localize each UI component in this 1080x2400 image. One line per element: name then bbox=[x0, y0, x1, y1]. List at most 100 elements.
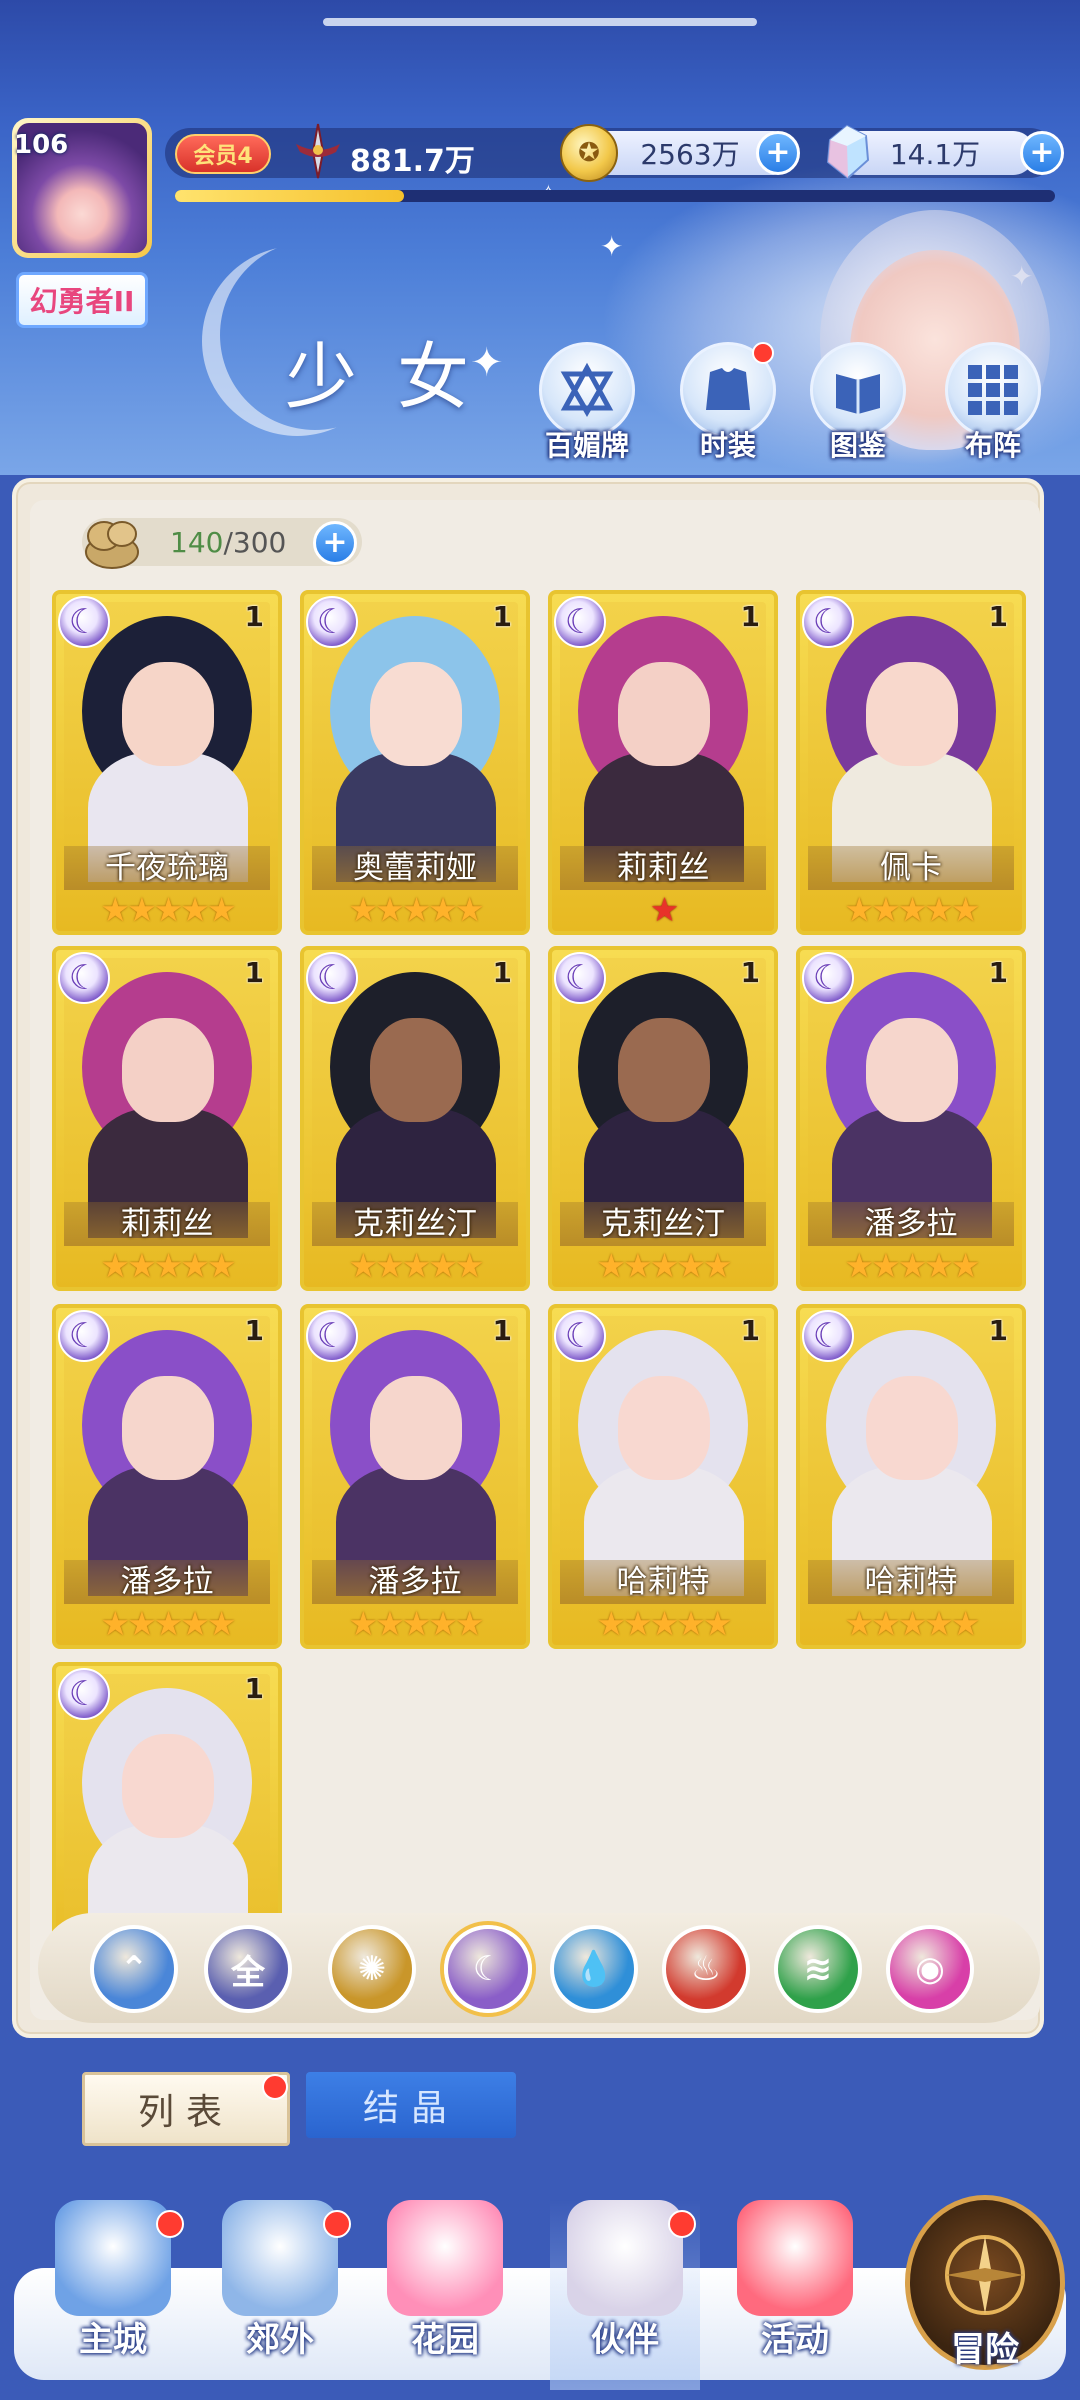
card-count: 1 bbox=[492, 1314, 512, 1347]
partner-portrait-icon bbox=[567, 2200, 683, 2316]
moon-element-icon: ☾ bbox=[802, 1310, 854, 1362]
element-filter-fire[interactable]: ♨ bbox=[662, 1925, 750, 2013]
character-card[interactable]: ☾ 1 哈莉特 ★★★★★ bbox=[796, 1304, 1026, 1649]
character-card[interactable]: ☾ 1 克莉丝汀 ★★★★★ bbox=[548, 946, 778, 1291]
star-rating: ★★★★★ bbox=[348, 890, 485, 929]
nav-label: 伙伴 bbox=[591, 2320, 659, 2360]
character-card[interactable]: ☾ 1 潘多拉 ★★★★★ bbox=[796, 946, 1026, 1291]
portrait-face bbox=[618, 662, 710, 766]
feature-label: 时装 bbox=[699, 429, 756, 462]
nav-main-city[interactable]: 主城 bbox=[38, 2200, 188, 2390]
exp-bar bbox=[175, 190, 1055, 202]
character-card[interactable]: ☾ 1 佩卡 ★★★★★ bbox=[796, 590, 1026, 935]
swipe-handle[interactable] bbox=[323, 18, 757, 26]
character-card[interactable]: ☾ 1 莉莉丝 ★★★★★ bbox=[52, 946, 282, 1291]
character-name: 千夜琉璃 bbox=[64, 846, 270, 890]
portrait-face bbox=[122, 1376, 214, 1480]
wind-icon: ⌃ bbox=[119, 1949, 149, 1989]
star-rating: ★★★★★ bbox=[348, 1246, 485, 1285]
element-filter-water[interactable]: 💧 bbox=[550, 1925, 638, 2013]
element-filter-all[interactable]: 全 bbox=[204, 1925, 292, 2013]
nav-outskirts[interactable]: 郊外 bbox=[205, 2200, 355, 2390]
moon-icon: ☾ bbox=[472, 1949, 504, 1989]
moon-element-icon: ☾ bbox=[554, 952, 606, 1004]
feature-charm-cards[interactable]: 百媚牌 bbox=[531, 342, 643, 464]
add-gold-button[interactable]: + bbox=[756, 131, 800, 175]
card-count: 1 bbox=[244, 1314, 264, 1347]
card-count: 1 bbox=[988, 600, 1008, 633]
notification-dot bbox=[752, 342, 774, 364]
character-card[interactable]: ☾ 1 潘多拉 ★★★★★ bbox=[300, 1304, 530, 1649]
nav-label: 主城 bbox=[79, 2320, 147, 2360]
water-icon: 💧 bbox=[572, 1949, 616, 1989]
star-rating: ★★★★★ bbox=[100, 890, 237, 929]
moon-element-icon: ☾ bbox=[58, 1668, 110, 1720]
character-name: 奥蕾莉娅 bbox=[312, 846, 518, 890]
element-filter-sun[interactable]: ✺ bbox=[328, 1925, 416, 2013]
moon-element-icon: ☾ bbox=[306, 596, 358, 648]
moon-element-icon: ☾ bbox=[802, 952, 854, 1004]
player-level: 106 bbox=[14, 130, 69, 160]
card-count: 1 bbox=[988, 956, 1008, 989]
character-name: 哈莉特 bbox=[808, 1560, 1014, 1604]
feature-outfits[interactable]: 时装 bbox=[672, 342, 784, 464]
element-filter-moon[interactable]: ☾ bbox=[444, 1925, 532, 2013]
tab-crystal[interactable]: 结晶 bbox=[306, 2072, 516, 2138]
moon-element-icon: ☾ bbox=[58, 1310, 110, 1362]
character-card[interactable]: ☾ 1 莉莉丝 ★ bbox=[548, 590, 778, 935]
nav-garden[interactable]: 花园 bbox=[370, 2200, 520, 2390]
character-name: 佩卡 bbox=[808, 846, 1014, 890]
portrait-face bbox=[618, 1376, 710, 1480]
star-rating: ★★★★★ bbox=[100, 1604, 237, 1643]
nav-label: 花园 bbox=[411, 2320, 479, 2360]
character-card[interactable]: ☾ 1 潘多拉 ★★★★★ bbox=[52, 1304, 282, 1649]
expand-inventory-button[interactable]: + bbox=[313, 521, 357, 565]
character-name: 潘多拉 bbox=[808, 1202, 1014, 1246]
card-count: 1 bbox=[244, 956, 264, 989]
element-filter-tornado[interactable]: ≋ bbox=[774, 1925, 862, 2013]
notification-dot bbox=[262, 2074, 288, 2100]
moon-element-icon: ☾ bbox=[802, 596, 854, 648]
portrait-face bbox=[370, 662, 462, 766]
nav-label: 冒险 bbox=[951, 2330, 1019, 2370]
moon-element-icon: ☾ bbox=[306, 952, 358, 1004]
feature-gallery[interactable]: 图鉴 bbox=[802, 342, 914, 464]
portrait-face bbox=[370, 1018, 462, 1122]
element-filter-orb[interactable]: ◉ bbox=[886, 1925, 974, 2013]
vip-badge[interactable]: 会员4 bbox=[175, 134, 271, 174]
feature-formation[interactable]: 布阵 bbox=[937, 342, 1049, 464]
card-count: 1 bbox=[492, 956, 512, 989]
moon-element-icon: ☾ bbox=[554, 596, 606, 648]
nav-events[interactable]: 活动 bbox=[720, 2200, 870, 2390]
character-card[interactable]: ☾ 1 千夜琉璃 ★★★★★ bbox=[52, 590, 282, 935]
castle-icon bbox=[55, 2200, 171, 2316]
portrait-face bbox=[122, 1734, 214, 1838]
character-card[interactable]: ☾ 1 哈莉特 ★★★★★ bbox=[548, 1304, 778, 1649]
inventory-separator: / bbox=[223, 526, 233, 559]
gem-value: 14.1万 bbox=[889, 138, 981, 171]
tab-list[interactable]: 列表 bbox=[82, 2072, 290, 2146]
nav-partners[interactable]: 伙伴 bbox=[550, 2200, 700, 2390]
portrait-face bbox=[866, 1376, 958, 1480]
character-card[interactable]: ☾ 1 克莉丝汀 ★★★★★ bbox=[300, 946, 530, 1291]
notification-dot bbox=[323, 2210, 351, 2238]
element-filter-wind[interactable]: ⌃ bbox=[90, 1925, 178, 2013]
portrait-face bbox=[866, 1018, 958, 1122]
character-name: 潘多拉 bbox=[64, 1560, 270, 1604]
sword-power-icon bbox=[296, 123, 340, 179]
portrait-face bbox=[370, 1376, 462, 1480]
player-title-badge[interactable]: 幻勇者II bbox=[16, 272, 148, 328]
nav-adventure[interactable]: 冒险 bbox=[905, 2195, 1065, 2370]
page-title: 少女 bbox=[285, 335, 510, 419]
card-count: 1 bbox=[244, 1672, 264, 1705]
inventory-max: 300 bbox=[232, 526, 287, 559]
character-card[interactable]: ☾ 1 奥蕾莉娅 ★★★★★ bbox=[300, 590, 530, 935]
character-name: 潘多拉 bbox=[312, 1560, 518, 1604]
feature-label: 百媚牌 bbox=[544, 429, 629, 462]
star-rating: ★★★★★ bbox=[844, 1604, 981, 1643]
character-name: 莉莉丝 bbox=[64, 1202, 270, 1246]
add-gems-button[interactable]: + bbox=[1020, 131, 1064, 175]
nav-label: 郊外 bbox=[246, 2320, 314, 2360]
inventory-bag-icon bbox=[85, 521, 139, 569]
card-count: 1 bbox=[740, 600, 760, 633]
